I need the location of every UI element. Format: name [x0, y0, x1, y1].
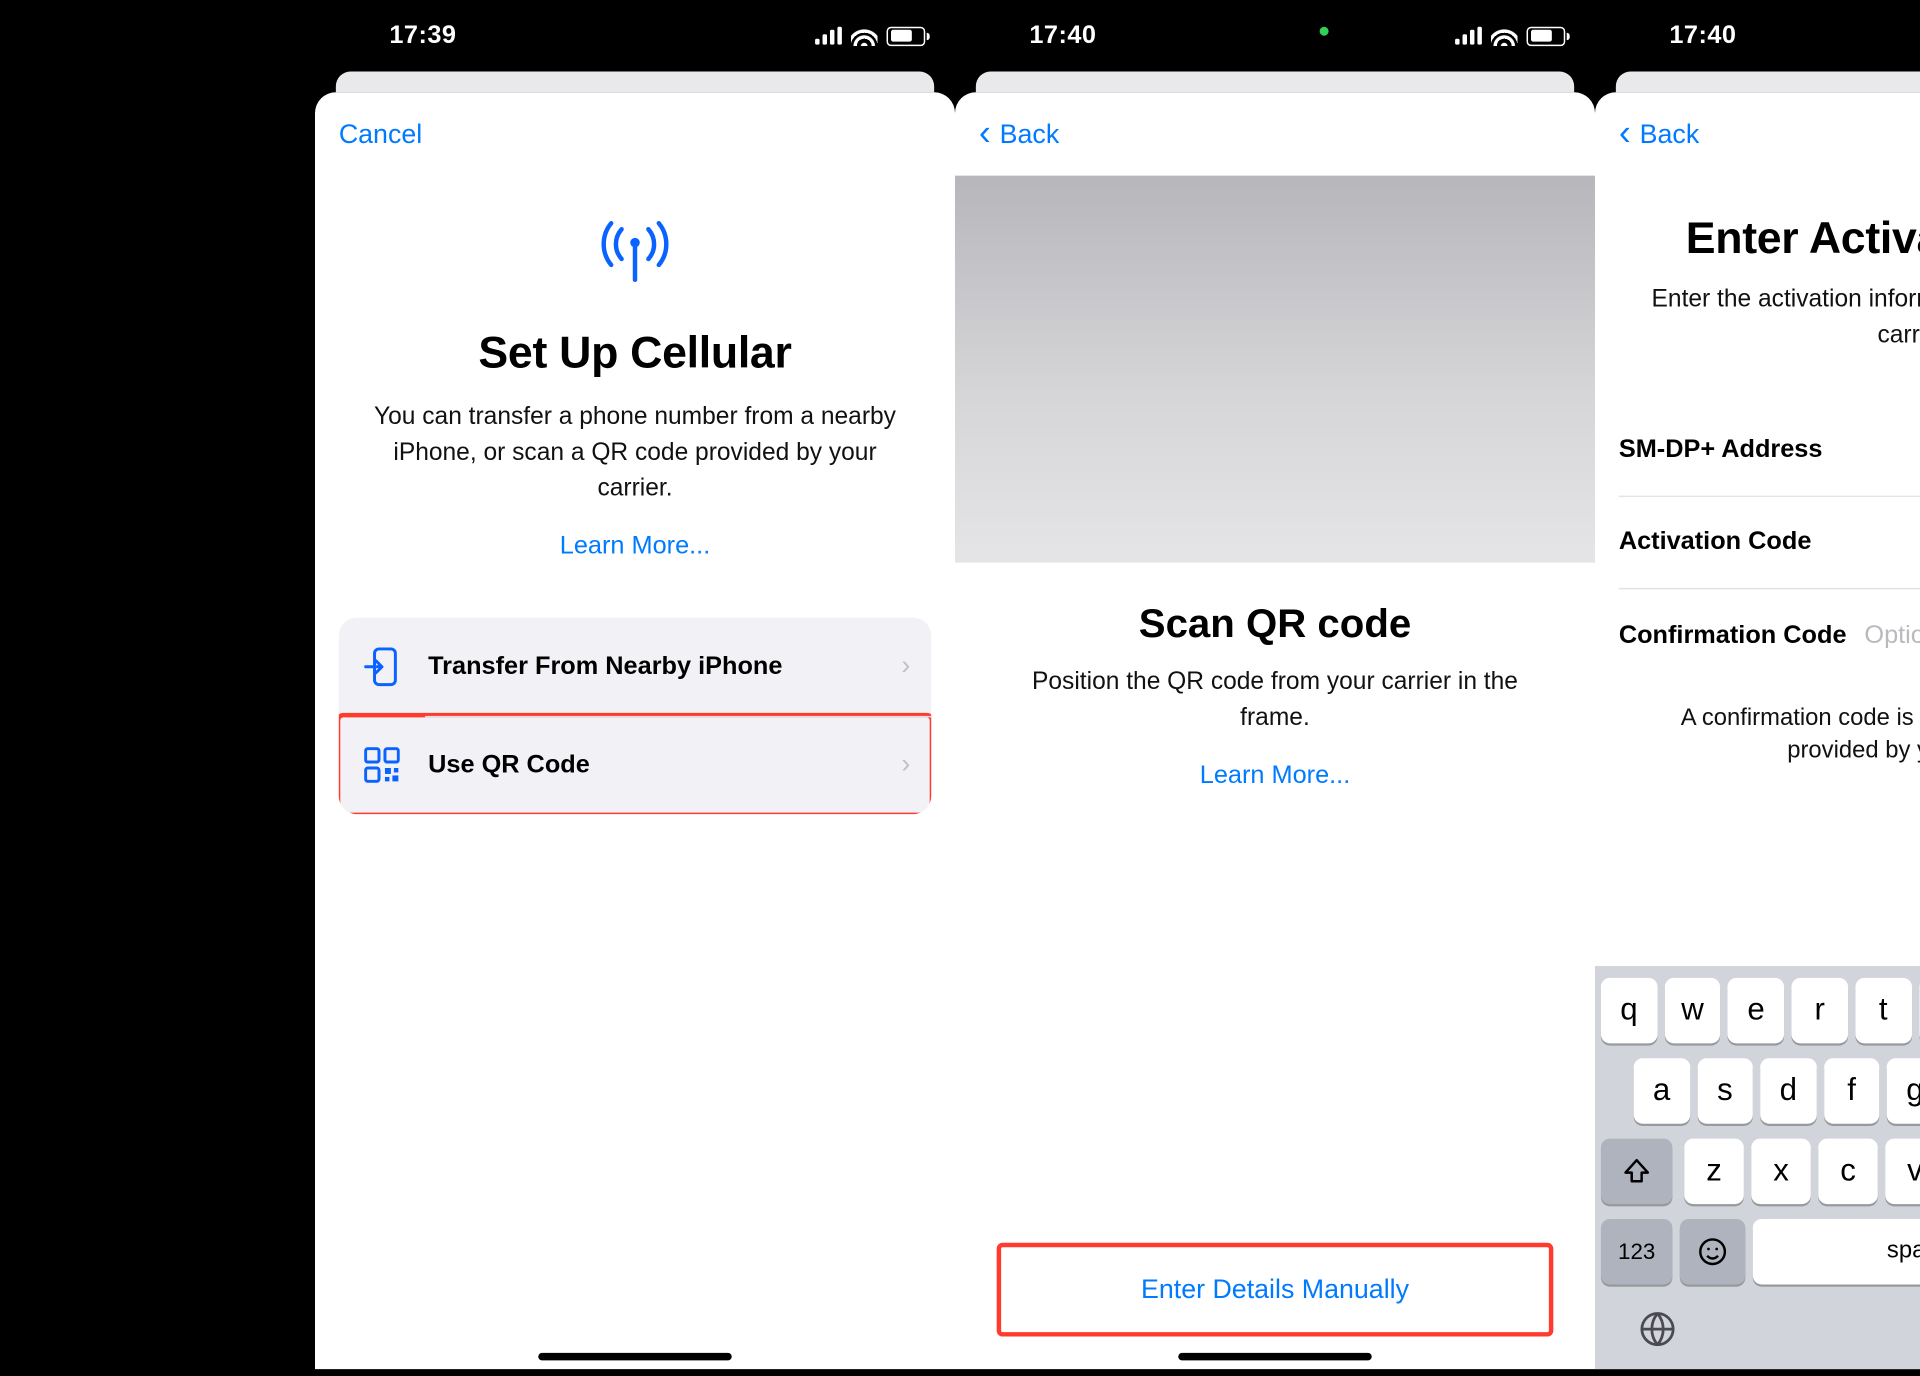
screen-enter-activation: 17:40 ‹ Back Next Enter Activation Cod	[1595, 0, 1920, 1369]
field-label: Confirmation Code	[1619, 620, 1847, 650]
helper-text: A confirmation code is required if it ha…	[1595, 681, 1920, 783]
background-card	[976, 71, 1574, 92]
option-transfer-nearby[interactable]: Transfer From Nearby iPhone ›	[339, 617, 931, 715]
key-q[interactable]: q	[1601, 978, 1657, 1043]
field-label: SM-DP+ Address	[1619, 435, 1823, 465]
page-subtitle: You can transfer a phone number from a n…	[360, 400, 911, 507]
shift-key[interactable]	[1601, 1139, 1672, 1204]
page-subtitle: Position the QR code from your carrier i…	[1000, 665, 1551, 736]
keyboard: qwertyuiop asdfghjkl zxcvbnm 123	[1595, 966, 1920, 1369]
battery-icon	[887, 26, 926, 45]
screen-scan-qr: 17:40 ‹ Back Scan QR code Posit	[955, 0, 1595, 1369]
camera-viewfinder	[955, 176, 1595, 563]
key-a[interactable]: a	[1634, 1058, 1690, 1123]
screen-setup-cellular: 17:39 Cancel	[315, 0, 955, 1369]
status-icons	[1455, 25, 1565, 46]
background-card	[1616, 71, 1920, 92]
globe-icon[interactable]	[1637, 1308, 1679, 1357]
emoji-key[interactable]	[1680, 1219, 1745, 1284]
status-icons	[815, 25, 925, 46]
field-smdp-address[interactable]: SM-DP+ Address	[1619, 405, 1920, 497]
chevron-left-icon: ‹	[979, 116, 991, 152]
qr-code-icon	[360, 747, 405, 783]
enter-details-manually-button[interactable]: Enter Details Manually	[997, 1243, 1554, 1337]
key-g[interactable]: g	[1887, 1058, 1920, 1123]
transfer-icon	[360, 646, 405, 688]
nav-bar: ‹ Back Next	[1595, 92, 1920, 175]
option-use-qr-code[interactable]: Use QR Code ›	[339, 716, 931, 814]
field-placeholder: Optional	[1864, 620, 1920, 650]
home-indicator[interactable]	[1178, 1353, 1371, 1360]
antenna-icon	[595, 220, 675, 293]
wifi-icon	[1491, 25, 1518, 46]
form-fields: SM-DP+ Address Activation Code Confirmat…	[1619, 405, 1920, 682]
chevron-right-icon: ›	[901, 651, 910, 682]
cancel-button[interactable]: Cancel	[339, 118, 422, 149]
learn-more-link[interactable]: Learn More...	[560, 531, 710, 561]
cellular-signal-icon	[1455, 27, 1482, 45]
options-list: Transfer From Nearby iPhone ›	[339, 617, 931, 813]
learn-more-link[interactable]: Learn More...	[1200, 760, 1350, 790]
chevron-right-icon: ›	[901, 749, 910, 780]
wifi-icon	[851, 25, 878, 46]
key-r[interactable]: r	[1792, 978, 1848, 1043]
chevron-left-icon: ‹	[1619, 116, 1631, 152]
key-c[interactable]: c	[1818, 1139, 1878, 1204]
key-z[interactable]: z	[1684, 1139, 1744, 1204]
field-confirmation-code[interactable]: Confirmation Code Optional	[1619, 589, 1920, 681]
key-f[interactable]: f	[1824, 1058, 1880, 1123]
option-label: Use QR Code	[428, 750, 877, 780]
key-v[interactable]: v	[1885, 1139, 1920, 1204]
nav-bar: Cancel	[315, 92, 955, 175]
key-s[interactable]: s	[1697, 1058, 1753, 1123]
nav-bar: ‹ Back	[955, 92, 1595, 175]
key-t[interactable]: t	[1855, 978, 1911, 1043]
cellular-signal-icon	[815, 27, 842, 45]
page-title: Scan QR code	[1000, 601, 1551, 647]
battery-icon	[1527, 26, 1566, 45]
field-label: Activation Code	[1619, 527, 1812, 557]
key-d[interactable]: d	[1760, 1058, 1816, 1123]
status-time: 17:40	[1595, 21, 1920, 51]
numbers-key[interactable]: 123	[1601, 1219, 1672, 1284]
key-e[interactable]: e	[1728, 978, 1784, 1043]
key-w[interactable]: w	[1664, 978, 1720, 1043]
space-key[interactable]: space	[1753, 1219, 1920, 1284]
home-indicator[interactable]	[538, 1353, 731, 1360]
option-label: Transfer From Nearby iPhone	[428, 652, 877, 682]
back-button[interactable]: Back	[1000, 118, 1060, 149]
status-bar: 17:40	[955, 0, 1595, 71]
background-card	[336, 71, 934, 92]
key-x[interactable]: x	[1751, 1139, 1811, 1204]
field-activation-code[interactable]: Activation Code	[1619, 497, 1920, 589]
page-title: Set Up Cellular	[360, 329, 911, 380]
page-title: Enter Activation Code	[1631, 214, 1920, 265]
back-button[interactable]: Back	[1640, 118, 1700, 149]
status-bar: 17:40	[1595, 0, 1920, 71]
button-label: Enter Details Manually	[1141, 1274, 1409, 1304]
status-bar: 17:39	[315, 0, 955, 71]
page-subtitle: Enter the activation information provide…	[1631, 283, 1920, 354]
